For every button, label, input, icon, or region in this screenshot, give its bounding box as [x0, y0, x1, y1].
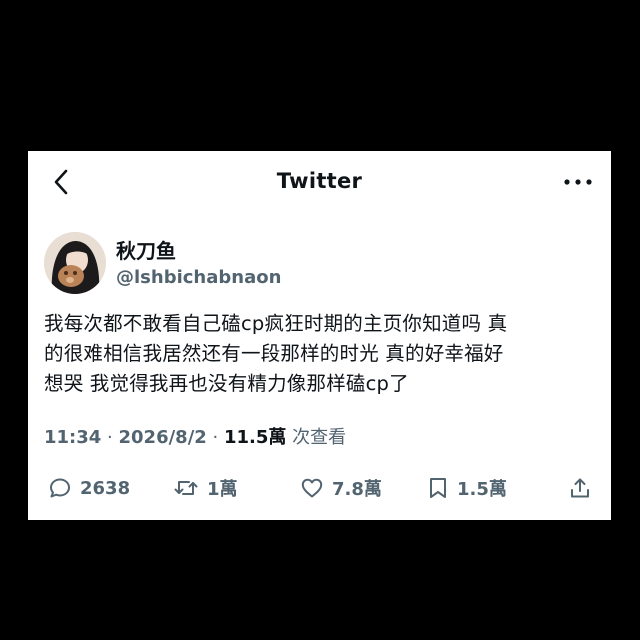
- views-label: 次查看: [292, 427, 347, 448]
- reply-button[interactable]: 2638: [48, 473, 130, 503]
- reply-count: 2638: [80, 477, 131, 499]
- author-handle[interactable]: @lshbichabnaon: [116, 267, 281, 288]
- meta-separator: ·: [212, 427, 219, 448]
- share-button[interactable]: [568, 473, 592, 503]
- top-bar: Twitter: [28, 151, 611, 213]
- share-icon: [571, 478, 589, 498]
- tweet-time[interactable]: 11:34: [44, 427, 101, 448]
- action-bar: 2638 1萬 7.8萬 1.5萬: [28, 473, 611, 503]
- avatar[interactable]: [44, 232, 106, 294]
- tweet-date[interactable]: 2026/8/2: [119, 427, 207, 448]
- tweet-card: Twitter 秋刀鱼 @lshbichabnaon 我每次都不敢看自己磕cp疯…: [28, 151, 611, 520]
- retweet-button[interactable]: 1萬: [173, 473, 238, 503]
- retweet-icon: [174, 481, 198, 495]
- bookmark-count: 1.5萬: [457, 479, 507, 500]
- avatar-image: [44, 232, 106, 294]
- bookmark-button[interactable]: 1.5萬: [427, 473, 507, 503]
- views-count[interactable]: 11.5萬: [224, 427, 286, 448]
- tweet-meta: 11:34 · 2026/8/2 · 11.5萬 次查看: [44, 423, 346, 449]
- meta-separator: ·: [107, 427, 113, 448]
- page-title: Twitter: [276, 169, 363, 193]
- more-options-button[interactable]: [561, 169, 595, 195]
- tweet-text: 我每次都不敢看自己磕cp疯狂时期的主页你知道吗 真 的很难相信我居然还有一段那样…: [44, 309, 600, 399]
- heart-icon: [301, 478, 323, 498]
- like-count: 7.8萬: [332, 479, 382, 500]
- tweet-line: 想哭 我觉得我再也没有精力像那样磕cp了: [44, 372, 409, 395]
- more-dots-icon: [564, 179, 592, 185]
- reply-icon: [50, 478, 70, 498]
- like-button[interactable]: 7.8萬: [300, 473, 382, 503]
- tweet-line: 的很难相信我居然还有一段那样的时光 真的好幸福好: [44, 342, 504, 365]
- retweet-count: 1萬: [207, 479, 238, 500]
- tweet-line: 我每次都不敢看自己磕cp疯狂时期的主页你知道吗 真: [44, 312, 508, 335]
- author-display-name[interactable]: 秋刀鱼: [116, 235, 176, 264]
- bookmark-icon: [430, 478, 446, 498]
